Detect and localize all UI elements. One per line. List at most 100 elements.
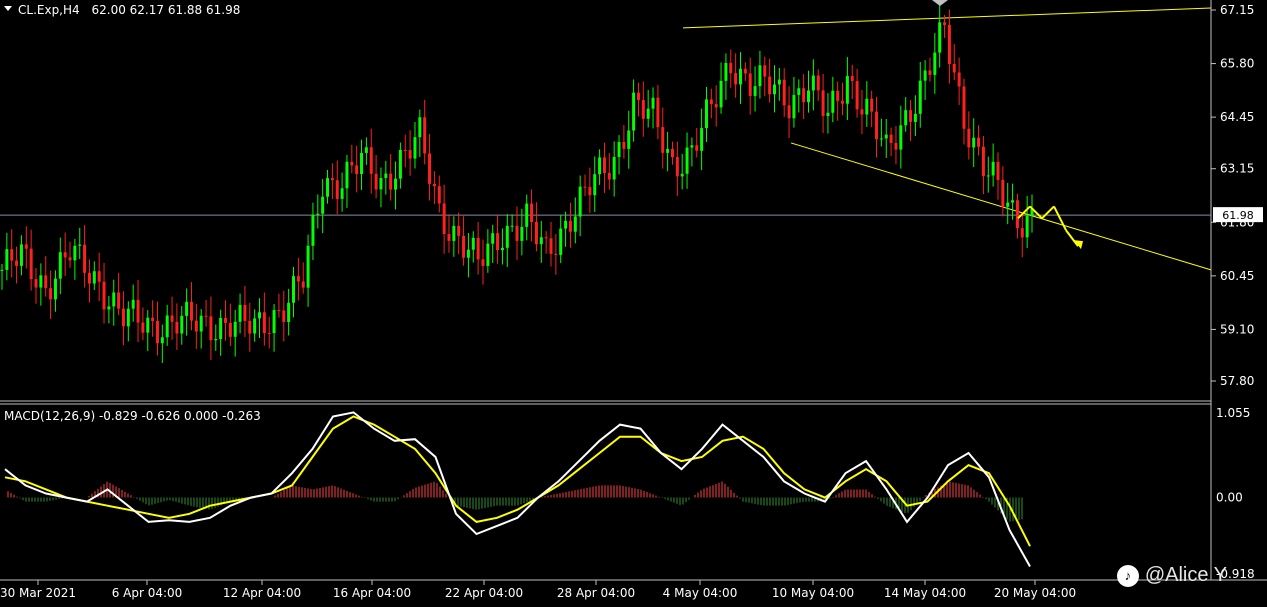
candle-body — [598, 157, 602, 175]
candle-body — [180, 315, 184, 334]
candle-body — [92, 271, 96, 284]
time-tick-label: 30 Mar 2021 — [0, 586, 76, 600]
candle-body — [904, 110, 908, 126]
candle-body — [321, 196, 325, 214]
candle-body — [787, 105, 791, 119]
candle-body — [34, 279, 38, 288]
candle-body — [19, 244, 23, 266]
candle-body — [666, 148, 670, 153]
candle-body — [816, 75, 820, 91]
candle-body — [58, 252, 62, 279]
candle-body — [287, 302, 291, 322]
candle-body — [364, 147, 368, 153]
candle-body — [403, 149, 407, 151]
candle-body — [636, 92, 640, 100]
candle-body — [457, 225, 461, 236]
candle-body — [933, 52, 937, 75]
candle-body — [525, 203, 529, 227]
candle-body — [155, 321, 159, 344]
candle-body — [350, 161, 354, 166]
candle-body — [588, 186, 592, 196]
candle-body — [602, 157, 606, 173]
candle-body — [680, 173, 684, 177]
candle-body — [29, 248, 33, 280]
macd-tick-label: 1.055 — [1216, 406, 1250, 420]
candle-body — [258, 312, 261, 319]
candle-body — [724, 63, 728, 81]
candle-body — [972, 137, 976, 148]
time-tick-label: 4 May 04:00 — [663, 586, 738, 600]
candle-body — [627, 130, 631, 149]
candle-body — [641, 99, 645, 119]
candle-body — [923, 70, 927, 81]
candle-body — [763, 65, 767, 77]
candle-body — [593, 174, 597, 196]
candle-body — [243, 304, 247, 321]
candle-body — [15, 260, 19, 266]
current-price-label: 61.98 — [1222, 209, 1254, 222]
candle-body — [704, 99, 708, 129]
candle-body — [1015, 200, 1019, 229]
candle-body — [894, 142, 898, 150]
candle-body — [330, 178, 334, 181]
candle-body — [549, 238, 553, 254]
candle-body — [875, 111, 879, 140]
candle-body — [189, 301, 193, 321]
candle-body — [1006, 202, 1010, 207]
candle-body — [462, 235, 466, 258]
candle-body — [797, 88, 801, 95]
candle-body — [534, 222, 538, 245]
candle-body — [209, 316, 213, 341]
candle-body — [97, 271, 101, 282]
candle-body — [102, 281, 106, 310]
candle-body — [141, 322, 145, 333]
candle-body — [413, 137, 417, 159]
candle-body — [5, 249, 9, 270]
candle-body — [78, 244, 82, 246]
candle-body — [661, 127, 665, 153]
candle-body — [1011, 200, 1015, 203]
candle-body — [442, 203, 446, 235]
candle-body — [913, 113, 917, 122]
candle-body — [165, 315, 169, 338]
macd-label: MACD(12,26,9) -0.829 -0.626 0.000 -0.263 — [4, 409, 261, 423]
candle-body — [374, 173, 378, 190]
candle-body — [782, 79, 786, 106]
candle-body — [734, 73, 738, 85]
candle-body — [233, 321, 237, 337]
candle-body — [39, 275, 43, 288]
candle-body — [87, 272, 91, 284]
candle-body — [909, 110, 913, 122]
candle-body — [146, 317, 150, 333]
candle-body — [73, 245, 77, 261]
candle-body — [476, 237, 480, 260]
candle-body — [651, 97, 655, 109]
candle-body — [170, 315, 174, 322]
candle-body — [632, 92, 636, 131]
candle-body — [928, 70, 932, 75]
candle-body — [486, 243, 490, 266]
candle-body — [437, 186, 441, 204]
candle-body — [510, 225, 514, 227]
candle-body — [753, 86, 757, 96]
time-tick-label: 12 Apr 04:00 — [223, 586, 301, 600]
candle-body — [316, 213, 320, 215]
candle-body — [981, 146, 985, 177]
candle-body — [194, 320, 198, 332]
candle-body — [773, 84, 776, 95]
candle-body — [326, 178, 330, 197]
candle-body — [10, 249, 14, 261]
candle-body — [126, 308, 130, 327]
time-tick-label: 22 Apr 04:00 — [445, 586, 523, 600]
candle-body — [855, 81, 859, 110]
candle-body — [845, 76, 849, 104]
candle-body — [758, 65, 762, 87]
candle-body — [991, 161, 995, 176]
candle-body — [996, 161, 1000, 180]
candle-body — [515, 225, 519, 241]
price-tick-label: 59.10 — [1220, 322, 1254, 336]
candle-body — [500, 247, 504, 251]
chart-svg[interactable]: 67.1565.8064.4563.1561.8060.4559.1057.80… — [0, 0, 1267, 603]
candle-body — [447, 234, 451, 241]
candle-body — [899, 125, 903, 150]
